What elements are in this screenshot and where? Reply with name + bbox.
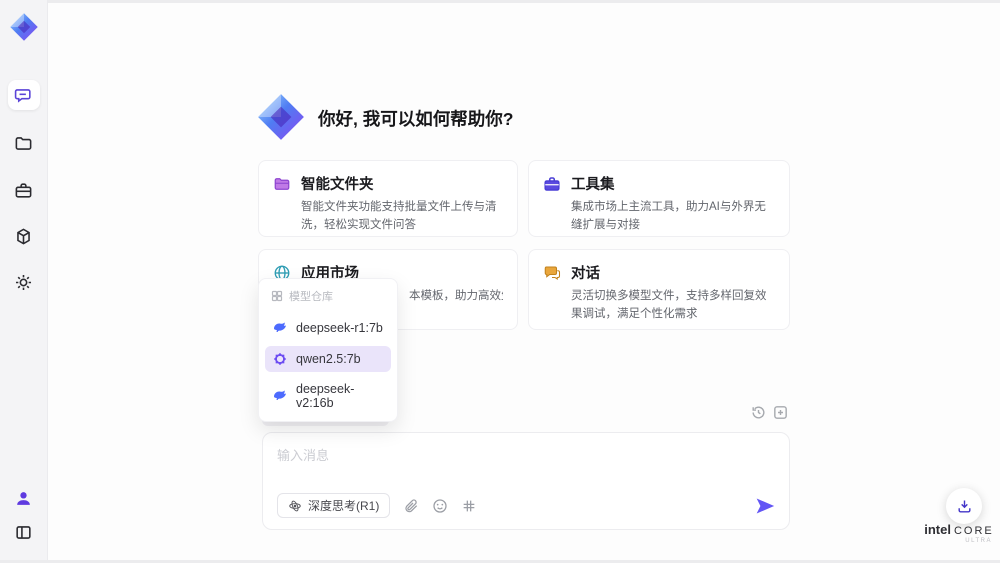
hash-grid-icon <box>464 500 475 511</box>
deepseek-whale-icon <box>274 390 286 400</box>
send-button[interactable] <box>755 496 775 516</box>
briefcase-icon <box>544 176 560 191</box>
chat-bubble-icon <box>544 265 561 280</box>
message-input[interactable] <box>277 445 775 487</box>
sidebar-item-tools[interactable] <box>8 175 40 205</box>
deepseek-whale-icon <box>274 322 286 332</box>
emoji-button[interactable] <box>432 498 448 514</box>
card-title: 对话 <box>571 266 600 282</box>
model-option-deepseek-v2[interactable]: deepseek-v2:16b <box>265 377 391 415</box>
card-description: 集成市场上主流工具，助力AI与外界无缝扩展与对接 <box>571 201 766 231</box>
gear-icon <box>15 274 32 290</box>
plus-square-icon <box>774 406 787 419</box>
ultra-wordmark: ULTRA <box>965 538 992 544</box>
chat-input-card: 深度思考(R1) <box>262 432 790 530</box>
model-dropdown-header: 模型仓库 <box>265 285 391 310</box>
sidebar-item-settings[interactable] <box>8 267 40 297</box>
paperclip-icon <box>405 498 418 512</box>
card-description: 智能文件夹功能支持批量文件上传与清洗，轻松实现文件问答 <box>301 201 497 231</box>
download-button[interactable] <box>946 488 982 524</box>
model-option-qwen[interactable]: qwen2.5:7b <box>265 346 391 372</box>
folder-icon <box>274 177 290 190</box>
app-window: 你好, 我可以如何帮助你? 智能文件夹 智能文件夹功能支持批量文件上传与清洗，轻… <box>0 0 1000 563</box>
sidebar <box>0 0 48 563</box>
card-smart-folder[interactable]: 智能文件夹 智能文件夹功能支持批量文件上传与清洗，轻松实现文件问答 <box>258 160 518 237</box>
send-icon <box>756 498 775 513</box>
folder-icon <box>15 136 32 150</box>
card-title: 智能文件夹 <box>301 177 374 193</box>
card-title: 工具集 <box>571 177 615 193</box>
model-dropdown: 模型仓库 deepseek-r1:7b qwen2.5:7b deepseek-… <box>258 278 398 422</box>
chat-icon <box>14 88 31 103</box>
app-logo-icon <box>9 13 38 41</box>
input-toolbar: 深度思考(R1) <box>277 493 775 518</box>
panel-toggle-icon <box>16 525 31 539</box>
deep-think-toggle[interactable]: 深度思考(R1) <box>277 493 391 518</box>
user-icon <box>17 491 30 505</box>
qwen-star-icon <box>273 352 287 366</box>
history-button[interactable] <box>750 404 767 421</box>
history-icon <box>752 406 765 419</box>
window-top-edge <box>0 0 1000 3</box>
repo-icon <box>271 290 283 302</box>
card-toolset[interactable]: 工具集 集成市场上主流工具，助力AI与外界无缝扩展与对接 <box>528 160 790 237</box>
emoji-icon <box>433 498 447 513</box>
sidebar-item-chat[interactable] <box>7 80 40 110</box>
core-wordmark: CORE <box>953 525 994 537</box>
model-option-label: deepseek-r1:7b <box>296 321 383 335</box>
intel-wordmark: intel <box>924 522 951 537</box>
model-dropdown-header-label: 模型仓库 <box>289 291 333 303</box>
intel-core-logo: intel CORE ULTRA <box>924 522 994 544</box>
sidebar-collapse-button[interactable] <box>8 517 40 547</box>
new-chat-button[interactable] <box>772 404 789 421</box>
download-icon <box>957 499 971 513</box>
sidebar-item-models[interactable] <box>8 221 40 251</box>
model-option-label: qwen2.5:7b <box>296 352 361 366</box>
card-conversation[interactable]: 对话 灵活切换多模型文件，支持多样回复效果调试，满足个性化需求 <box>528 249 790 330</box>
deep-think-label: 深度思考(R1) <box>308 499 380 513</box>
card-description: 灵活切换多模型文件，支持多样回复效果调试，满足个性化需求 <box>571 290 767 320</box>
attach-file-button[interactable] <box>403 498 419 514</box>
model-option-label: deepseek-v2:16b <box>296 382 355 410</box>
greeting-logo-icon <box>258 94 304 140</box>
cube-icon <box>17 227 30 245</box>
briefcase-icon <box>15 182 32 198</box>
sidebar-item-account[interactable] <box>8 483 40 513</box>
page-title: 你好, 我可以如何帮助你? <box>318 109 514 129</box>
prompt-grid-button[interactable] <box>461 498 477 514</box>
model-option-deepseek-r1[interactable]: deepseek-r1:7b <box>265 315 391 341</box>
atom-icon <box>289 500 301 511</box>
sidebar-item-folders[interactable] <box>8 128 40 158</box>
